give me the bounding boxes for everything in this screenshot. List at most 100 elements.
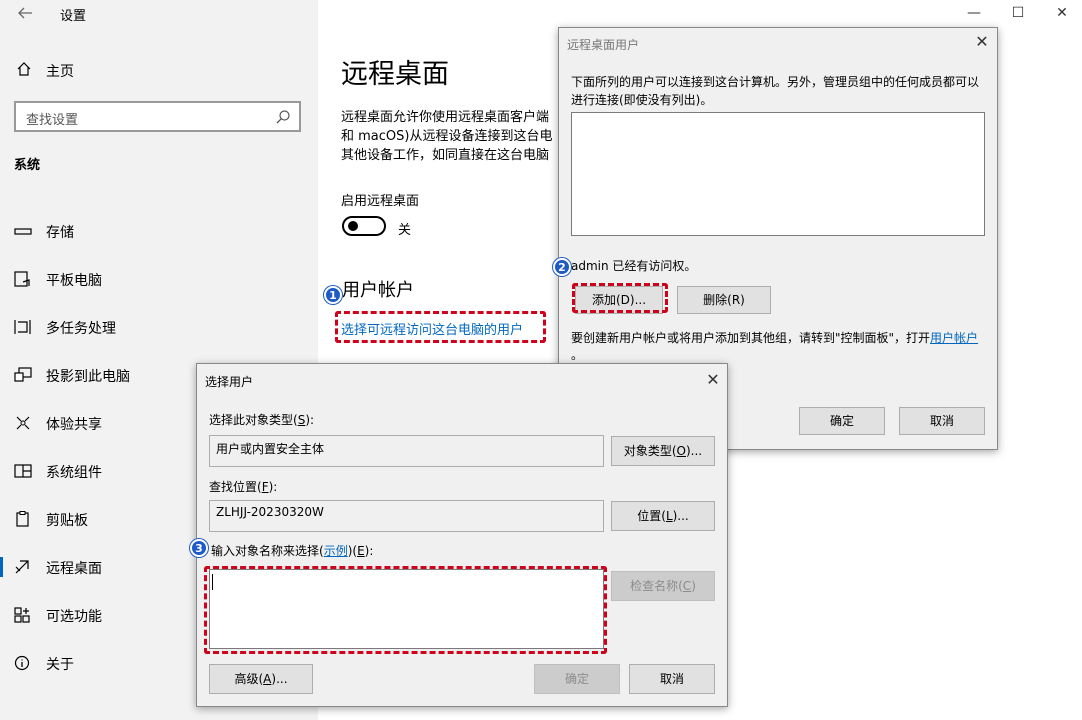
locations-button[interactable]: 位置(L)... [611, 501, 715, 531]
dialog-description: 下面所列的用户可以连接到这台计算机。另外，管理员组中的任何成员都可以 进行连接(… [571, 73, 979, 109]
desc-line-2: 进行连接(即使没有列出)。 [571, 93, 713, 107]
access-key: C [682, 579, 692, 593]
settings-search-input[interactable]: 查找设置 [14, 101, 301, 132]
search-placeholder: 查找设置 [26, 113, 79, 128]
home-icon [16, 61, 32, 77]
nav-item-label: 多任务处理 [46, 321, 116, 337]
nav-home[interactable]: 主页 [0, 56, 318, 84]
optional-features-icon [14, 607, 32, 623]
nav-item-label: 剪贴板 [46, 513, 88, 529]
info-icon [14, 655, 32, 671]
btn-text: )... [672, 509, 689, 523]
nav-item-label: 存储 [46, 225, 74, 241]
maximize-icon[interactable]: ☐ [1009, 4, 1027, 22]
cancel-button[interactable]: 取消 [899, 407, 985, 435]
step-badge-3: 3 [190, 539, 208, 557]
window-title: 设置 [60, 9, 87, 24]
btn-text: )... [271, 672, 288, 686]
user-accounts-heading: 用户帐户 [342, 280, 414, 301]
step-badge-1: 1 [324, 286, 342, 304]
close-icon[interactable]: ✕ [705, 372, 721, 388]
remote-desktop-icon [14, 559, 32, 575]
label-text: 查找位置( [209, 480, 262, 494]
step-badge-2: 2 [553, 258, 571, 276]
selected-indicator [0, 557, 3, 577]
ok-button[interactable]: 确定 [534, 664, 620, 694]
location-label: 查找位置(F): [209, 478, 277, 495]
hint-text: 要创建新用户帐户或将用户添加到其他组，请转到"控制面板"，打开 [571, 331, 931, 345]
label-text: ): [364, 544, 374, 558]
nav-item-multitasking[interactable]: 多任务处理 [0, 307, 318, 347]
dialog-title: 远程桌面用户 [567, 38, 640, 52]
access-key: F [261, 480, 269, 494]
clipboard-icon [14, 511, 32, 527]
location-field: ZLHJJ-20230320W [209, 500, 604, 532]
highlight-box-2 [572, 283, 668, 313]
hint-suffix: 。 [571, 348, 584, 362]
check-names-button[interactable]: 检查名称(C) [611, 571, 715, 601]
label-text: ): [305, 413, 315, 427]
back-arrow-icon[interactable] [14, 2, 36, 24]
minimize-icon[interactable]: — [965, 4, 983, 22]
object-names-label: 输入对象名称来选择(示例)(E): [211, 542, 373, 559]
nav-item-label: 体验共享 [46, 417, 102, 433]
object-type-label: 选择此对象类型(S): [209, 411, 314, 428]
desc-line: 远程桌面允许你使用远程桌面客户端 [341, 110, 550, 125]
select-users-dialog: 选择用户 ✕ 选择此对象类型(S): 用户或内置安全主体 对象类型(O)... … [196, 363, 728, 707]
object-types-button[interactable]: 对象类型(O)... [611, 436, 715, 466]
page-title: 远程桌面 [341, 59, 449, 90]
toggle-knob [348, 221, 358, 231]
close-icon[interactable]: ✕ [974, 34, 990, 50]
multitasking-icon [14, 319, 32, 335]
examples-link[interactable]: 示例 [324, 544, 348, 558]
nav-item-tablet[interactable]: 平板电脑 [0, 259, 318, 299]
highlight-box-3 [204, 566, 607, 654]
close-window-icon[interactable]: ✕ [1053, 4, 1071, 22]
enable-rdp-label: 启用远程桌面 [341, 194, 420, 209]
nav-item-label: 可选功能 [46, 609, 102, 625]
btn-text: 检查名称( [630, 579, 683, 593]
desc-line-1: 下面所列的用户可以连接到这台计算机。另外，管理员组中的任何成员都可以 [571, 75, 980, 89]
access-status-text: admin 已经有访问权。 [571, 259, 697, 273]
nav-item-label: 远程桌面 [46, 561, 102, 577]
label-text: 选择此对象类型( [209, 413, 298, 427]
nav-item-label: 关于 [46, 657, 74, 673]
share-icon [14, 415, 32, 431]
tablet-icon [14, 271, 32, 287]
nav-item-label: 系统组件 [46, 465, 102, 481]
user-accounts-link[interactable]: 用户帐户 [930, 331, 978, 345]
page-description: 远程桌面允许你使用远程桌面客户端 和 macOS)从远程设备连接到这台电 其他设… [341, 108, 559, 165]
enable-rdp-toggle[interactable] [342, 216, 386, 236]
highlight-box-1 [335, 311, 546, 343]
advanced-button[interactable]: 高级(A)... [209, 664, 313, 694]
section-label-system: 系统 [14, 158, 41, 173]
btn-text: 对象类型( [623, 444, 677, 458]
btn-text: 位置( [637, 509, 666, 523]
label-text: ): [268, 480, 278, 494]
users-listbox[interactable] [571, 112, 985, 236]
btn-text: ) [691, 579, 696, 593]
dialog-hint: 要创建新用户帐户或将用户添加到其他组，请转到"控制面板"，打开用户帐户。 [571, 330, 991, 364]
toggle-state-text: 关 [398, 223, 412, 238]
desc-line: 其他设备工作，如同直接在这台电脑 [341, 148, 550, 163]
dialog-title: 选择用户 [205, 375, 254, 389]
nav-home-label: 主页 [46, 64, 74, 80]
nav-item-label: 平板电脑 [46, 273, 102, 289]
label-text: 输入对象名称来选择( [211, 544, 324, 558]
desc-line: 和 macOS)从远程设备连接到这台电 [341, 129, 553, 144]
remove-user-button[interactable]: 删除(R) [677, 286, 771, 314]
project-icon [14, 367, 32, 383]
ok-button[interactable]: 确定 [799, 407, 885, 435]
access-key: O [676, 444, 686, 458]
btn-text: )... [686, 444, 703, 458]
label-text: )( [347, 544, 358, 558]
nav-item-storage[interactable]: 存储 [0, 211, 318, 251]
cancel-button[interactable]: 取消 [629, 664, 715, 694]
access-key: L [665, 509, 673, 523]
components-icon [14, 463, 32, 479]
storage-icon [14, 223, 32, 239]
btn-text: 高级( [234, 672, 264, 686]
search-icon[interactable] [275, 109, 291, 125]
access-key: E [357, 544, 365, 558]
nav-item-label: 投影到此电脑 [46, 369, 130, 385]
